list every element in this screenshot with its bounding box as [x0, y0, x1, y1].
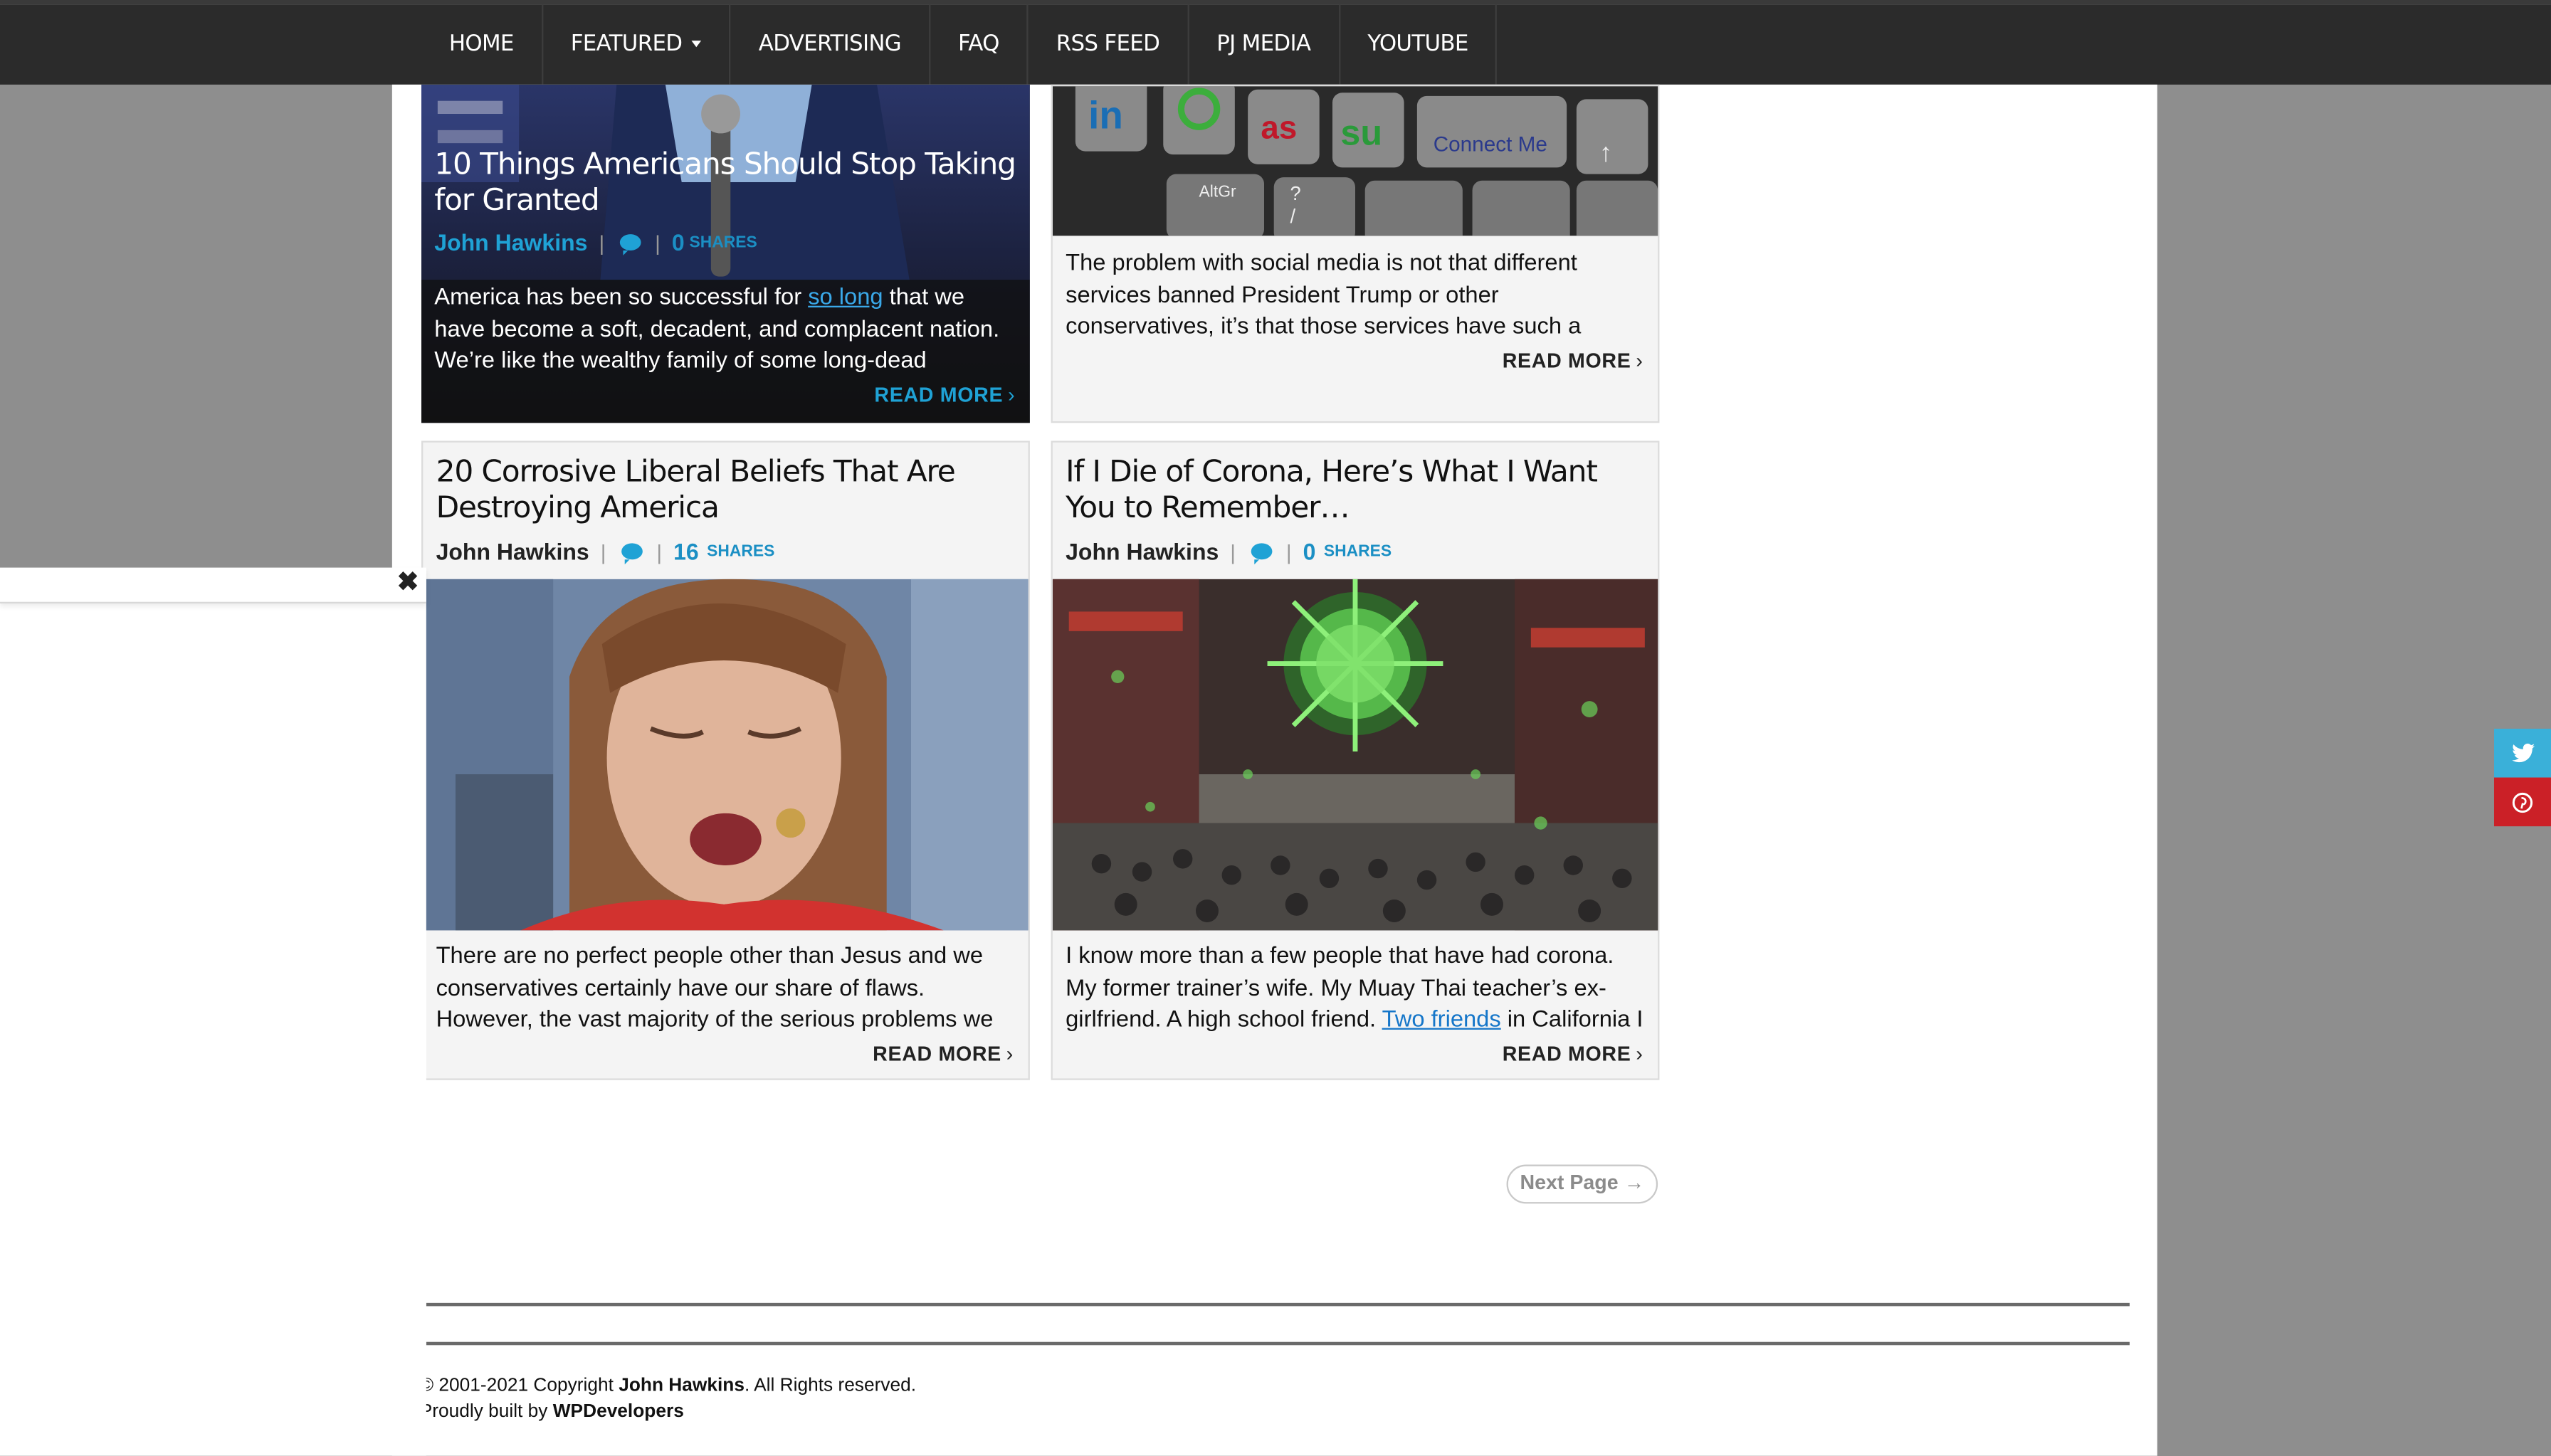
- footer-divider: [426, 1341, 2130, 1346]
- article-excerpt: I know more than a few people that have …: [1066, 941, 1645, 1038]
- separator: |: [600, 539, 606, 564]
- article-meta: John Hawkins | | 0 SHARES: [434, 229, 757, 255]
- keyboard-key-label: ?: [1290, 182, 1301, 204]
- footer-divider: [426, 1302, 2130, 1307]
- nav-item-home[interactable]: HOME: [421, 4, 543, 85]
- read-more-label: READ MORE: [1502, 1043, 1631, 1066]
- share-count: 0: [671, 229, 685, 255]
- article-meta: John Hawkins | | 0 SHARES: [1066, 539, 1392, 565]
- twitter-share-button[interactable]: [2493, 728, 2551, 778]
- separator: |: [656, 539, 663, 564]
- article-title[interactable]: 10 Things Americans Should Stop Taking f…: [434, 148, 1020, 220]
- chevron-right-icon: ›: [1636, 1043, 1643, 1066]
- comment-icon[interactable]: [1250, 543, 1272, 565]
- article-card: If I Die of Corona, Here’s What I Want Y…: [1051, 441, 1660, 1080]
- nav-label: HOME: [448, 31, 515, 57]
- nav-label: FAQ: [958, 31, 999, 57]
- nav-label: RSS FEED: [1056, 31, 1160, 57]
- overlay-header: ✖: [0, 567, 426, 603]
- separator: |: [599, 230, 605, 255]
- comment-icon[interactable]: [619, 234, 641, 255]
- shares-label: SHARES: [689, 233, 757, 252]
- comment-icon[interactable]: [621, 543, 642, 565]
- built-by-line: Proudly built by WPDevelopers: [420, 1402, 684, 1421]
- next-page-button[interactable]: Next Page →: [1506, 1164, 1658, 1204]
- chevron-down-icon: [692, 41, 702, 48]
- nav-item-advertising[interactable]: ADVERTISING: [731, 4, 931, 85]
- author-link[interactable]: John Hawkins: [434, 229, 587, 255]
- nav-label: ADVERTISING: [758, 31, 902, 57]
- nav-item-pj-media[interactable]: PJ MEDIA: [1189, 4, 1340, 85]
- nav-label: PJ MEDIA: [1216, 31, 1311, 57]
- nav-label: FEATURED: [570, 31, 683, 57]
- article-meta: John Hawkins | | 16 SHARES: [436, 539, 775, 565]
- separator: |: [1230, 539, 1236, 564]
- nav-item-youtube[interactable]: YOUTUBE: [1340, 4, 1498, 85]
- keyboard-key-label: AltGr: [1199, 182, 1236, 201]
- article-excerpt: America has been so successful for so lo…: [434, 283, 1016, 379]
- next-page-label: Next Page: [1520, 1171, 1619, 1194]
- share-count: 16: [673, 538, 699, 565]
- keyboard-key-label: as: [1261, 109, 1297, 145]
- share-count: 0: [1303, 538, 1316, 565]
- copyright-owner: John Hawkins: [619, 1376, 745, 1396]
- twitter-icon: [2510, 743, 2534, 763]
- chevron-right-icon: ›: [1006, 1043, 1014, 1066]
- separator: |: [1285, 539, 1292, 564]
- overlay-panel: ✖: [0, 567, 426, 1456]
- keyboard-key-label: /: [1290, 205, 1296, 227]
- article-card: 20 Corrosive Liberal Beliefs That Are De…: [421, 441, 1030, 1080]
- article-card: in as su Connect Me ↑ AltGr ? / The prob…: [1051, 84, 1660, 423]
- excerpt-text: America has been so successful for: [434, 284, 809, 311]
- top-edge: [0, 0, 2551, 5]
- separator: |: [655, 230, 661, 255]
- nav-label: YOUTUBE: [1367, 31, 1468, 57]
- article-image[interactable]: [423, 579, 1030, 931]
- read-more-label: READ MORE: [873, 1043, 1001, 1066]
- article-card: 10 Things Americans Should Stop Taking f…: [421, 84, 1030, 423]
- arrow-right-icon: →: [1624, 1171, 1645, 1194]
- copyright-text: . All Rights reserved.: [744, 1376, 917, 1396]
- article-title[interactable]: 20 Corrosive Liberal Beliefs That Are De…: [436, 455, 989, 527]
- copyright-text: © 2001-2021 Copyright: [419, 1376, 619, 1396]
- close-icon[interactable]: ✖: [397, 568, 419, 601]
- read-more-link[interactable]: READ MORE ›: [873, 1043, 1014, 1065]
- read-more-link[interactable]: READ MORE ›: [1503, 1043, 1643, 1065]
- article-excerpt: The problem with social media is not tha…: [1066, 250, 1582, 341]
- article-image[interactable]: [1052, 579, 1660, 931]
- excerpt-link[interactable]: Two friends: [1382, 1007, 1501, 1033]
- nav-menu: HOME FEATURED ADVERTISING FAQ RSS FEED P…: [421, 4, 1498, 85]
- article-excerpt: There are no perfect people other than J…: [436, 943, 994, 1033]
- author-link[interactable]: John Hawkins: [1066, 539, 1219, 565]
- author-link[interactable]: John Hawkins: [436, 539, 589, 565]
- virus-icon: [1267, 579, 1443, 751]
- keyboard-key-label: in: [1088, 93, 1123, 137]
- chevron-right-icon: ›: [1008, 384, 1016, 407]
- pinterest-share-button[interactable]: [2493, 777, 2551, 827]
- chevron-right-icon: ›: [1636, 349, 1643, 373]
- shares-label: SHARES: [1323, 542, 1392, 561]
- read-more-link[interactable]: READ MORE ›: [874, 384, 1015, 406]
- main-navigation: HOME FEATURED ADVERTISING FAQ RSS FEED P…: [0, 4, 2551, 85]
- nav-item-faq[interactable]: FAQ: [930, 4, 1029, 85]
- keyboard-key-label: Connect Me: [1434, 133, 1547, 157]
- built-by-link[interactable]: WPDevelopers: [553, 1402, 684, 1421]
- pinterest-icon: [2512, 791, 2533, 812]
- read-more-link[interactable]: READ MORE ›: [1503, 349, 1643, 372]
- keyboard-image[interactable]: in as su Connect Me ↑ AltGr ? /: [1052, 86, 1660, 236]
- read-more-label: READ MORE: [1502, 349, 1631, 373]
- keyboard-key-label: su: [1340, 112, 1382, 152]
- excerpt-link[interactable]: so long: [808, 285, 883, 311]
- copyright-line: © 2001-2021 Copyright John Hawkins. All …: [420, 1376, 916, 1396]
- nav-item-rss-feed[interactable]: RSS FEED: [1029, 4, 1189, 85]
- built-by-text: Proudly built by: [419, 1402, 553, 1422]
- nav-item-featured[interactable]: FEATURED: [543, 4, 731, 85]
- svg-text:↑: ↑: [1599, 137, 1612, 167]
- read-more-label: READ MORE: [874, 384, 1004, 407]
- article-title[interactable]: If I Die of Corona, Here’s What I Want Y…: [1066, 455, 1651, 527]
- excerpt-text: in California I: [1500, 1007, 1643, 1033]
- shares-label: SHARES: [707, 542, 775, 561]
